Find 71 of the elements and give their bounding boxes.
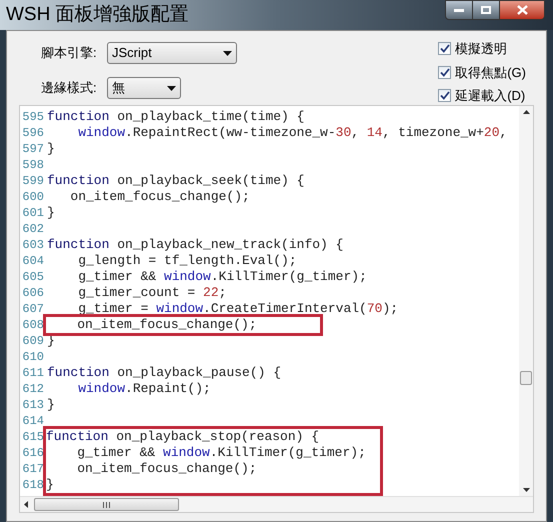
code-line: g_timer_count = 22; bbox=[77, 285, 226, 301]
line-number: 601 bbox=[22, 205, 44, 221]
close-button[interactable] bbox=[499, 0, 545, 20]
maximize-button[interactable] bbox=[473, 0, 499, 20]
scroll-down-icon bbox=[522, 488, 530, 492]
line-number: 596 bbox=[22, 125, 44, 141]
line-number: 617 bbox=[22, 461, 44, 477]
checkbox-label: 模擬透明 bbox=[455, 40, 508, 58]
minimize-button[interactable] bbox=[445, 0, 473, 20]
line-number: 597 bbox=[22, 141, 44, 157]
code-line: g_timer && window.KillTimer(g_timer); bbox=[76, 445, 366, 461]
line-number: 608 bbox=[22, 317, 44, 333]
caret-icon bbox=[167, 86, 176, 90]
code-line: on_item_focus_change(); bbox=[69, 189, 250, 205]
line-number: 609 bbox=[22, 333, 44, 349]
line-number: 599 bbox=[22, 173, 44, 189]
checkbox[interactable] bbox=[438, 89, 452, 102]
minimize-icon bbox=[454, 8, 464, 12]
scroll-left-icon bbox=[24, 501, 28, 508]
line-number: 606 bbox=[22, 285, 44, 301]
code-editor[interactable] bbox=[19, 105, 534, 513]
line-number: 602 bbox=[22, 221, 44, 237]
code-line: window.RepaintRect(ww-timezone_w-30, 14, timezone_w+20, bbox=[77, 125, 508, 141]
line-number: 607 bbox=[22, 301, 44, 317]
line-number: 613 bbox=[22, 397, 44, 413]
line-number: 615 bbox=[22, 429, 44, 445]
horizontal-scrollbar[interactable] bbox=[20, 496, 533, 512]
vertical-scrollbar[interactable] bbox=[519, 106, 533, 496]
line-number: 618 bbox=[22, 477, 44, 493]
line-number: 616 bbox=[22, 445, 44, 461]
setting-label: 腳本引擎: bbox=[41, 44, 98, 62]
line-number: 610 bbox=[22, 349, 44, 365]
dropdown[interactable]: JScript bbox=[107, 42, 237, 64]
code-line: function on_playback_time(time) { bbox=[47, 109, 304, 125]
code-line: function on_playback_seek(time) { bbox=[47, 173, 304, 189]
code-line: } bbox=[46, 477, 54, 493]
checkbox-label: 延遲載入(D) bbox=[455, 87, 526, 105]
maximize-icon bbox=[481, 6, 491, 14]
scroll-up-icon bbox=[522, 110, 530, 114]
line-number: 600 bbox=[22, 189, 44, 205]
code-line: } bbox=[47, 205, 55, 221]
code-line: function on_playback_stop(reason) { bbox=[46, 429, 320, 445]
line-number: 604 bbox=[22, 253, 44, 269]
line-number: 614 bbox=[22, 413, 44, 429]
line-number: 605 bbox=[22, 269, 44, 285]
scroll-thumb[interactable] bbox=[34, 498, 179, 511]
line-number: 611 bbox=[22, 365, 44, 381]
line-number: 603 bbox=[22, 237, 44, 253]
line-number: 612 bbox=[22, 381, 44, 397]
code-line: g_timer = window.CreateTimerInterval(70); bbox=[77, 301, 398, 317]
code-line: function on_playback_new_track(info) { bbox=[47, 237, 344, 253]
close-icon bbox=[516, 5, 528, 15]
caret-icon bbox=[223, 50, 232, 56]
code-line: on_item_focus_change(); bbox=[76, 317, 257, 333]
window-title: WSH 面板增強版配置 bbox=[6, 2, 189, 27]
checkbox[interactable] bbox=[438, 66, 452, 79]
checkbox-label: 取得焦點(G) bbox=[455, 64, 526, 82]
line-number: 595 bbox=[22, 109, 44, 125]
code-line: g_timer && window.KillTimer(g_timer); bbox=[77, 269, 367, 285]
code-line: } bbox=[47, 141, 55, 157]
code-line: window.Repaint(); bbox=[77, 381, 211, 397]
setting-label: 邊緣樣式: bbox=[41, 79, 98, 98]
code-line: function on_playback_pause() { bbox=[47, 365, 282, 381]
scroll-thumb[interactable] bbox=[520, 371, 532, 385]
dropdown[interactable]: 無 bbox=[107, 77, 181, 99]
code-line: } bbox=[47, 397, 55, 413]
code-line: g_length = tf_length.Eval(); bbox=[77, 253, 297, 269]
checkbox[interactable] bbox=[438, 42, 452, 56]
code-line: on_item_focus_change(); bbox=[76, 461, 257, 477]
line-number: 598 bbox=[22, 157, 44, 173]
grip-icon bbox=[103, 502, 110, 508]
